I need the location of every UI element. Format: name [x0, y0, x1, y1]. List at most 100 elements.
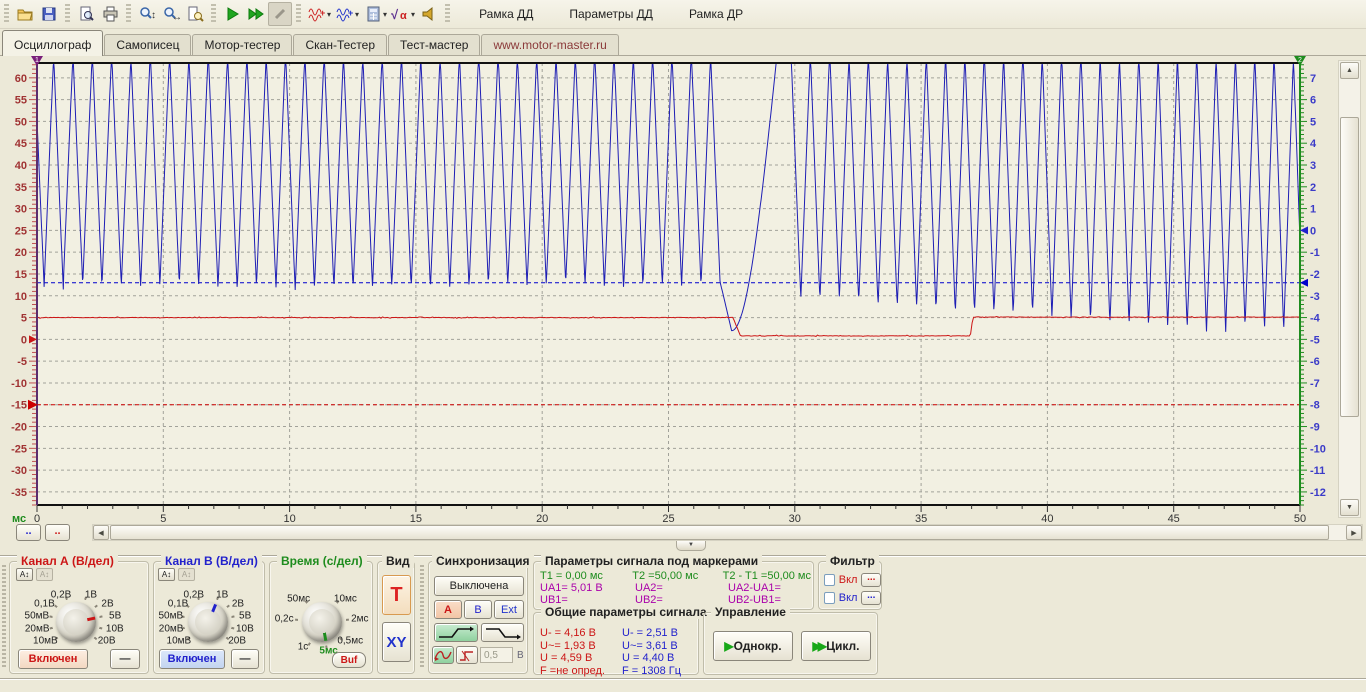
right-axis-label: 5 [1310, 116, 1316, 128]
left-axis-label: -5 [17, 356, 27, 368]
toolbar-gripper[interactable] [126, 4, 131, 24]
svg-text:α: α [400, 10, 407, 22]
channel-b-ground-marker[interactable] [1300, 226, 1308, 234]
toolbar-gripper[interactable] [4, 4, 9, 24]
dropdown-arrow-icon[interactable]: ▾ [327, 10, 331, 19]
tab[interactable]: Осциллограф [2, 30, 103, 56]
dropdown-arrow-icon[interactable]: ▾ [411, 10, 415, 19]
view-t-button[interactable]: T [382, 575, 411, 615]
right-axis-label: -12 [1310, 487, 1326, 499]
toolbar-gripper[interactable] [296, 4, 301, 24]
left-axis-label: 40 [15, 160, 27, 172]
time-marker-label: 1 [35, 57, 39, 64]
panel-gripper[interactable] [420, 565, 424, 669]
filter-options-button[interactable]: ... [861, 573, 881, 587]
right-axis-label: -10 [1310, 443, 1326, 455]
marker-params-row: UА1= 5,01 ВUА2=UА2-UА1= [540, 582, 811, 594]
channel-b-title: Канал В (В/дел) [161, 554, 262, 568]
level-marker-b-handle[interactable] [1300, 279, 1308, 287]
filter-checkbox[interactable] [824, 574, 835, 586]
marker-a-button[interactable]: .. [45, 524, 70, 541]
filter-checkbox[interactable] [824, 592, 835, 604]
zoom-vertical-button[interactable]: ↕ [135, 2, 159, 26]
toolbar-gripper[interactable] [65, 4, 70, 24]
scroll-up-button[interactable]: ▲ [1340, 62, 1359, 79]
tab[interactable]: Тест-мастер [388, 34, 480, 55]
buffer-button[interactable]: Buf [332, 652, 366, 668]
cyclic-run-button[interactable]: ▶▶ Цикл. [801, 631, 871, 661]
print-button[interactable] [98, 2, 122, 26]
toolbar-text-button[interactable]: Рамка ДД [468, 2, 544, 26]
open-file-button[interactable] [13, 2, 37, 26]
print-preview-button[interactable] [74, 2, 98, 26]
tab[interactable]: Мотор-тестер [192, 34, 292, 55]
signal-a-menu-button[interactable]: + [305, 2, 329, 26]
sync-source-b-button[interactable]: В [464, 600, 492, 619]
zoom-horizontal-button[interactable]: ↔ [159, 2, 183, 26]
toolbar-text-button[interactable]: Параметры ДД [558, 2, 664, 26]
knob-scale-label: 1с [298, 642, 309, 653]
play-icon: ▶ [724, 639, 729, 653]
channel-b-autoscale-button[interactable]: А↕ [158, 568, 175, 581]
marker-b-button[interactable]: .. [16, 524, 41, 541]
horizontal-scrollbar[interactable]: ◀ ▶ [92, 524, 1363, 541]
tab[interactable]: Самописец [104, 34, 191, 55]
x-axis-label: 25 [662, 513, 674, 524]
sqrt-alpha-icon: √α [390, 6, 412, 22]
toolbar-text-buttons: Рамка ДД Параметры ДД Рамка ДР [454, 2, 754, 26]
oscilloscope-chart-region: 605550454035302520151050-5-10-15-20-25-3… [0, 56, 1366, 556]
tab[interactable]: www.motor-master.ru [481, 34, 618, 55]
oscillogram-plot[interactable]: 605550454035302520151050-5-10-15-20-25-3… [0, 56, 1334, 524]
filter-options-button[interactable]: ... [861, 591, 881, 605]
sync-rising-edge-button[interactable] [434, 623, 478, 642]
math-menu-button[interactable]: √α [389, 2, 413, 26]
vertical-scroll-thumb[interactable] [1340, 117, 1359, 417]
single-run-button[interactable]: ▶ Однокр. [713, 631, 793, 661]
sync-source-ext-button[interactable]: Ext [494, 600, 524, 619]
right-axis-label: 4 [1310, 138, 1317, 150]
channel-a-autoscale-button[interactable]: А↕ [16, 568, 33, 581]
sound-button[interactable] [417, 2, 441, 26]
save-button[interactable] [37, 2, 61, 26]
signal-b-menu-button[interactable]: + [333, 2, 357, 26]
left-axis-label: -20 [11, 422, 27, 434]
toolbar-text-button[interactable]: Рамка ДР [678, 2, 754, 26]
toolbar-gripper[interactable] [211, 4, 216, 24]
zoom-selection-button[interactable] [183, 2, 207, 26]
scroll-right-button[interactable]: ▶ [1346, 525, 1362, 540]
tab[interactable]: Скан-Тестер [293, 34, 387, 55]
vertical-scrollbar[interactable]: ▲ ▼ [1338, 60, 1361, 518]
channel-a-ground-marker[interactable] [29, 335, 37, 343]
dropdown-arrow-icon[interactable]: ▾ [355, 10, 359, 19]
sync-source-a-button[interactable]: А [434, 600, 462, 619]
channel-b-invert-button[interactable]: — [231, 649, 259, 669]
svg-text:↔: ↔ [172, 12, 180, 22]
panel-collapse-handle[interactable]: ▼ [676, 541, 706, 551]
x-axis-unit: мс [12, 513, 26, 524]
start-cyclic-button[interactable] [244, 2, 268, 26]
sync-off-button[interactable]: Выключена [434, 576, 524, 596]
scroll-left-button[interactable]: ◀ [93, 525, 109, 540]
sync-mode-wave-button[interactable] [432, 646, 454, 664]
knob-scale-label: 2В [101, 599, 113, 610]
channel-a-invert-button[interactable]: — [110, 649, 140, 669]
sync-mode-level-button[interactable] [456, 646, 478, 664]
panel-gripper[interactable] [2, 565, 6, 669]
start-button[interactable] [220, 2, 244, 26]
sync-falling-edge-button[interactable] [481, 623, 524, 642]
right-axis-label: -7 [1310, 378, 1320, 390]
x-axis-label: 45 [1168, 513, 1180, 524]
channel-a-power-button[interactable]: Включен [18, 649, 88, 669]
channel-b-panel: Канал В (В/дел) 0,2В1В0,1В2В50мВ5В20мВ10… [153, 561, 265, 674]
calculator-menu-button[interactable] [361, 2, 385, 26]
toolbar-gripper[interactable] [445, 4, 450, 24]
view-xy-button[interactable]: XY [382, 622, 411, 662]
sync-level-input[interactable] [480, 647, 513, 663]
knob-scale-label: 10мВ [167, 635, 192, 646]
scroll-down-button[interactable]: ▼ [1340, 499, 1359, 516]
channel-b-power-button[interactable]: Включен [159, 649, 225, 669]
dropdown-arrow-icon[interactable]: ▾ [383, 10, 387, 19]
marker-params-row: T1 = 0,00 мсT2 =50,00 мсT2 - T1 =50,00 м… [540, 570, 811, 582]
marker-params-grid: T1 = 0,00 мсT2 =50,00 мсT2 - T1 =50,00 м… [540, 570, 811, 606]
horizontal-scroll-thumb[interactable] [110, 525, 1329, 540]
